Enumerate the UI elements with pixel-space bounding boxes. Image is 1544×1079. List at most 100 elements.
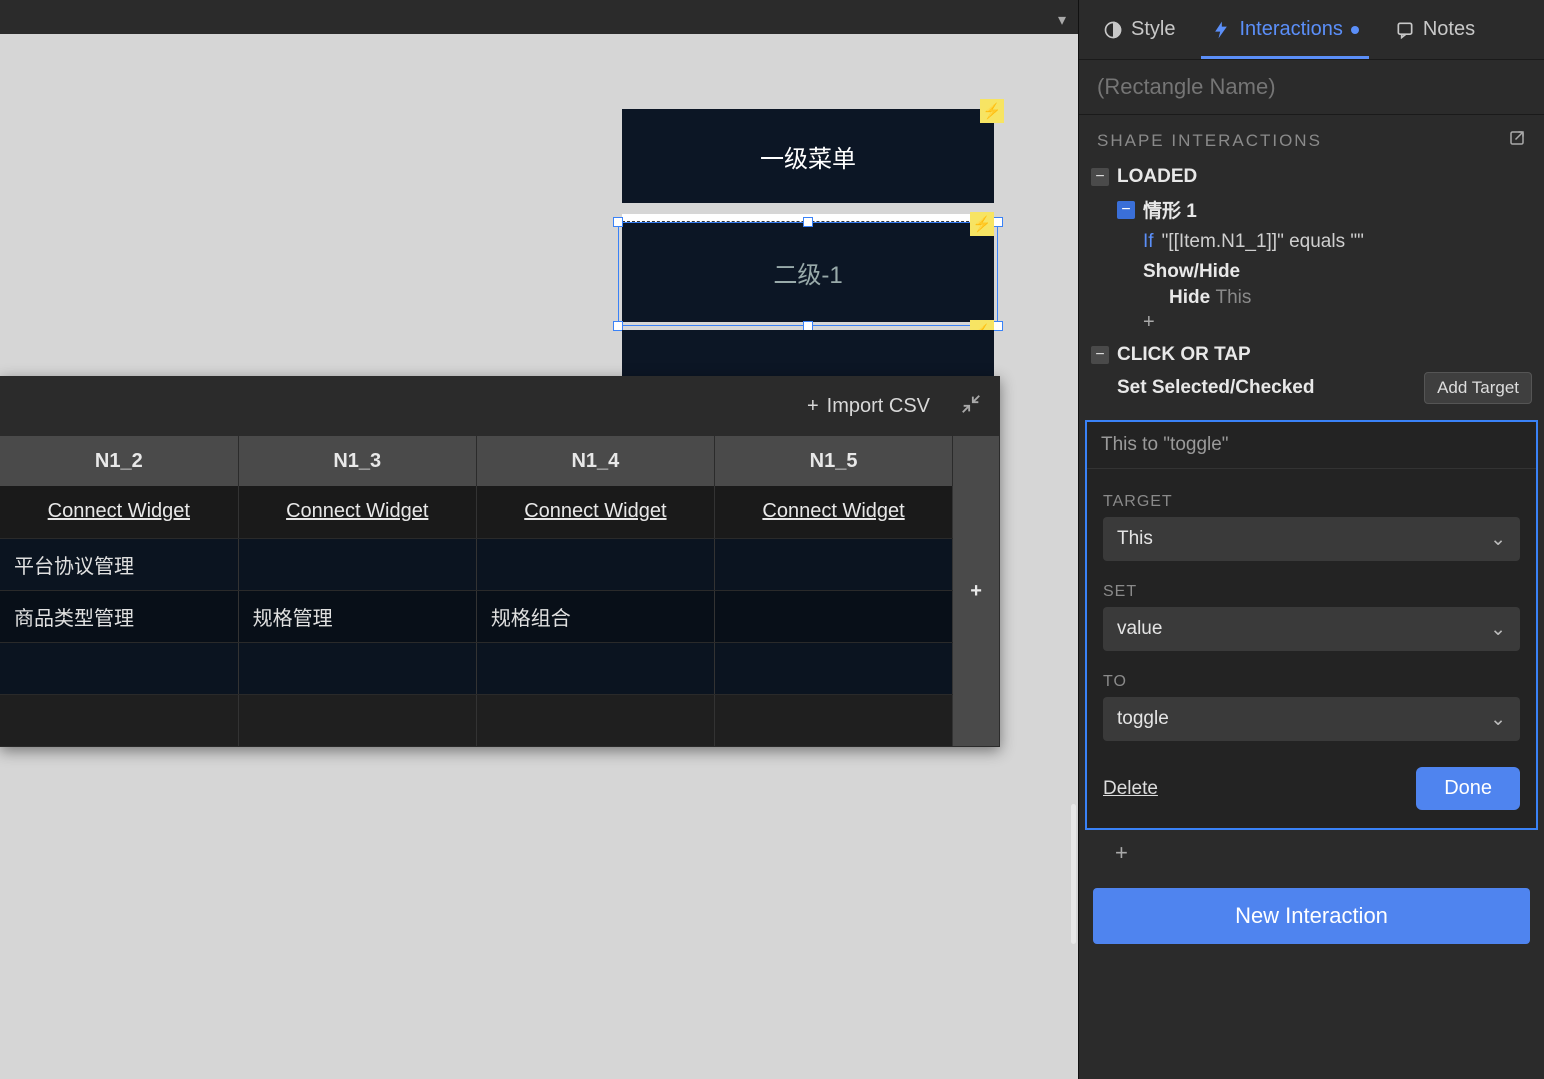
tab-style[interactable]: Style [1085,0,1193,59]
chevron-down-icon: ⌄ [1490,708,1506,731]
add-action-button[interactable]: + [1079,830,1544,866]
column-header[interactable]: N1_5 [714,436,952,486]
event-label: CLICK OR TAP [1117,344,1251,366]
import-csv-button[interactable]: + Import CSV [807,395,930,418]
if-keyword: If [1143,231,1154,253]
tab-notes-label: Notes [1423,18,1475,41]
interaction-bolt-icon[interactable]: ⚡ [980,99,1004,123]
tab-interactions[interactable]: Interactions [1193,0,1376,59]
connect-widget-link[interactable]: Connect Widget [524,500,666,522]
table-cell[interactable] [238,642,476,694]
column-header[interactable]: N1_4 [476,436,714,486]
tab-style-label: Style [1131,18,1175,41]
action-showhide[interactable]: Show/Hide [1143,257,1532,287]
case-row[interactable]: − 情形 1 [1117,192,1532,227]
table-cell[interactable] [476,642,714,694]
condition-text: "[[Item.N1_1]]" equals "" [1162,231,1364,253]
action-label: Set Selected/Checked [1117,377,1314,399]
canvas-scrollbar[interactable] [1071,804,1076,944]
collapse-toggle[interactable]: − [1117,201,1135,219]
table-cell[interactable] [476,694,714,746]
table-row-empty [0,694,1000,746]
to-label: TO [1103,673,1520,691]
action-hide-detail[interactable]: Hide This [1143,287,1532,309]
selection-handle[interactable] [993,321,1003,331]
widget-menu-l1-label: 一级菜单 [760,139,856,174]
popout-icon[interactable] [1508,129,1526,152]
toolbar-dropdown-icon[interactable]: ▾ [1058,10,1066,30]
data-panel-header: + Import CSV [0,376,1000,436]
table-cell[interactable] [476,538,714,590]
table-cell[interactable] [714,538,952,590]
set-label: SET [1103,583,1520,601]
table-cell[interactable]: 商品类型管理 [0,590,238,642]
action-summary: This to "toggle" [1087,422,1536,469]
widget-menu-l2[interactable]: 二级-1 [622,222,994,322]
lightning-icon [1211,20,1231,40]
canvas-area[interactable]: 一级菜单 ⚡ 二级-1 ⚡ ⚡ + Import CSV N1_2 [0,34,1078,1079]
new-interaction-button[interactable]: New Interaction [1093,888,1530,944]
table-cell[interactable] [714,694,952,746]
connect-widget-link[interactable]: Connect Widget [48,500,190,522]
table-cell[interactable]: 规格组合 [476,590,714,642]
condition-row[interactable]: If "[[Item.N1_1]]" equals "" [1143,227,1532,257]
target-label: TARGET [1103,493,1520,511]
table-cell[interactable] [238,694,476,746]
repeater-data-panel: + Import CSV N1_2 N1_3 N1_4 N1_5 + Conne… [0,376,1000,747]
table-cell[interactable] [714,590,952,642]
action-editor: This to "toggle" TARGET This ⌄ SET value… [1085,420,1538,830]
widget-name-input[interactable] [1097,74,1526,100]
add-target-button[interactable]: Add Target [1424,372,1532,404]
repeater-data-table: N1_2 N1_3 N1_4 N1_5 + Connect Widget Con… [0,436,1000,747]
top-toolbar: ▾ [0,0,1078,34]
selection-handle[interactable] [803,217,813,227]
tab-interactions-label: Interactions [1239,18,1342,41]
set-value: value [1117,618,1162,640]
interaction-bolt-icon[interactable]: ⚡ [970,212,994,236]
table-cell[interactable]: 规格管理 [238,590,476,642]
chevron-down-icon: ⌄ [1490,528,1506,551]
selection-handle[interactable] [993,217,1003,227]
to-value: toggle [1117,708,1169,730]
selection-handle[interactable] [613,217,623,227]
style-icon [1103,20,1123,40]
action-set-selected-row[interactable]: Set Selected/Checked Add Target [1091,370,1532,404]
widget-menu-l2-label: 二级-1 [773,255,842,290]
add-column-button[interactable]: + [953,436,1000,746]
add-action-button[interactable]: + [1143,309,1532,336]
set-select[interactable]: value ⌄ [1103,607,1520,651]
widget-name-row [1079,60,1544,115]
table-header-row: N1_2 N1_3 N1_4 N1_5 + [0,436,1000,486]
table-cell[interactable] [238,538,476,590]
hide-target: This [1215,287,1251,308]
chevron-down-icon: ⌄ [1490,618,1506,641]
table-cell[interactable]: 平台协议管理 [0,538,238,590]
inspector-panel: Style Interactions Notes SHAPE INTERACTI… [1078,0,1544,1079]
collapse-toggle[interactable]: − [1091,168,1109,186]
connect-widget-link[interactable]: Connect Widget [762,500,904,522]
connect-widget-link[interactable]: Connect Widget [286,500,428,522]
event-loaded[interactable]: − LOADED [1091,162,1532,192]
column-header[interactable]: N1_3 [238,436,476,486]
table-cell[interactable] [0,642,238,694]
widget-menu-l2-wrap: 二级-1 [622,214,994,322]
interaction-tree: − LOADED − 情形 1 If "[[Item.N1_1]]" equal… [1079,162,1544,414]
inspector-tabs: Style Interactions Notes [1079,0,1544,60]
delete-action-link[interactable]: Delete [1103,778,1158,800]
widget-menu-l3-stub[interactable] [622,330,994,378]
case-label: 情形 1 [1143,196,1197,223]
to-select[interactable]: toggle ⌄ [1103,697,1520,741]
table-row: 平台协议管理 [0,538,1000,590]
table-cell[interactable] [714,642,952,694]
widget-menu-l1[interactable]: 一级菜单 ⚡ [622,109,994,203]
collapse-toggle[interactable]: − [1091,346,1109,364]
table-cell[interactable] [0,694,238,746]
active-indicator-dot [1351,26,1359,34]
done-button[interactable]: Done [1416,767,1520,810]
section-title: SHAPE INTERACTIONS [1097,131,1322,151]
target-select[interactable]: This ⌄ [1103,517,1520,561]
tab-notes[interactable]: Notes [1377,0,1493,59]
collapse-panel-icon[interactable] [960,393,982,420]
column-header[interactable]: N1_2 [0,436,238,486]
event-click[interactable]: − CLICK OR TAP [1091,340,1532,370]
